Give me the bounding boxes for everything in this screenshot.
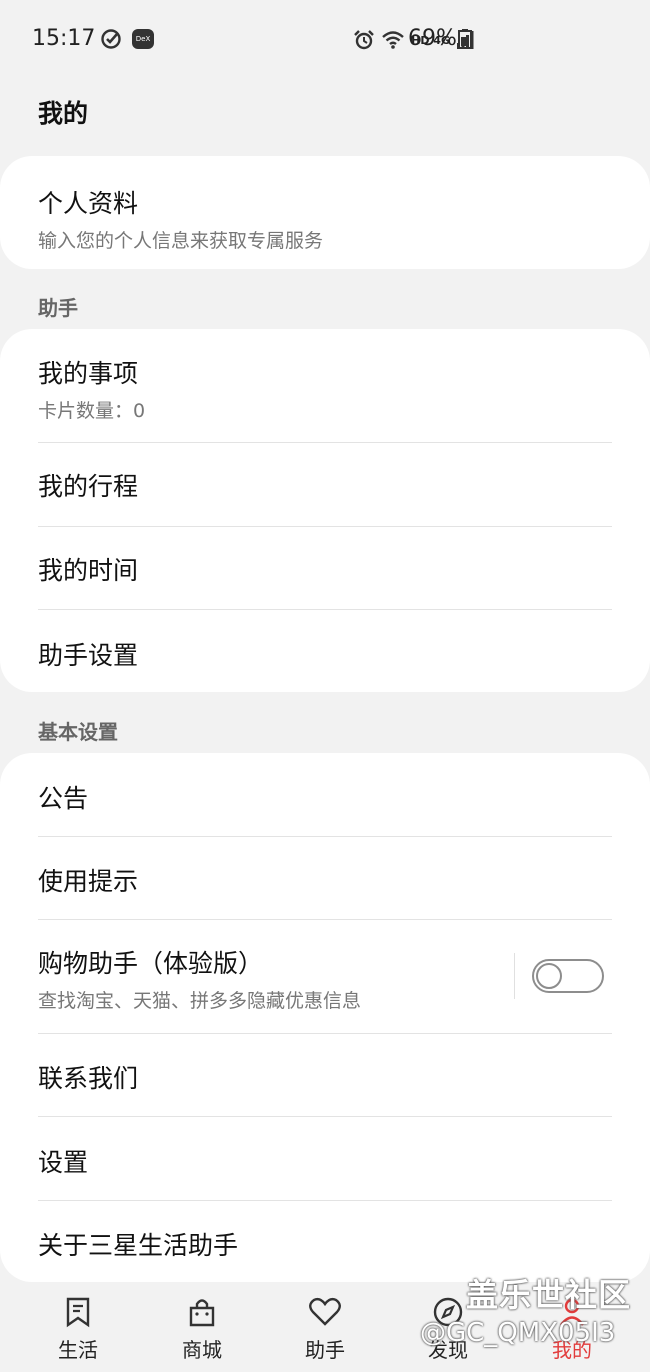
menu-item-my-time[interactable]: 我的时间 bbox=[38, 527, 612, 610]
profile-row[interactable]: 个人资料 输入您的个人信息来获取专属服务 bbox=[38, 184, 612, 253]
menu-item-subtitle: 卡片数量：0 bbox=[38, 400, 146, 422]
nav-tab-life[interactable]: 生活 bbox=[28, 1296, 128, 1363]
basic-settings-card: 公告 使用提示 购物助手（体验版） 查找淘宝、天猫、拼多多隐藏优惠信息 联系我们… bbox=[0, 753, 650, 1282]
toggle-separator bbox=[514, 953, 515, 999]
dex-icon: DeX bbox=[132, 29, 154, 49]
menu-item-assistant-settings[interactable]: 助手设置 bbox=[38, 610, 612, 692]
alarm-icon bbox=[354, 30, 374, 50]
menu-item-subtitle: 查找淘宝、天猫、拼多多隐藏优惠信息 bbox=[38, 990, 362, 1012]
battery-icon bbox=[458, 29, 472, 49]
menu-item-title: 设置 bbox=[38, 1148, 89, 1177]
check-circle-icon bbox=[101, 29, 121, 49]
battery-level: 69% bbox=[408, 26, 457, 51]
profile-card[interactable]: 个人资料 输入您的个人信息来获取专属服务 bbox=[0, 156, 650, 269]
section-label-assistant: 助手 bbox=[38, 296, 78, 320]
status-time: 15:17 bbox=[32, 26, 96, 51]
watermark-text: 盖乐世社区 bbox=[466, 1276, 632, 1314]
shopping-bag-icon bbox=[189, 1299, 215, 1327]
wifi-icon bbox=[382, 31, 404, 49]
nav-tab-assistant[interactable]: 助手 bbox=[275, 1296, 375, 1363]
profile-subtitle: 输入您的个人信息来获取专属服务 bbox=[38, 230, 324, 252]
toggle-knob bbox=[536, 963, 562, 989]
menu-item-announcements[interactable]: 公告 bbox=[38, 753, 612, 837]
watermark-id: @GC_QMX05I3 bbox=[420, 1318, 616, 1348]
menu-item-my-schedule[interactable]: 我的行程 bbox=[38, 443, 612, 527]
page-title: 我的 bbox=[38, 99, 89, 128]
menu-item-title: 购物助手（体验版） bbox=[38, 949, 264, 978]
status-bar: 15:17 DeX HD 4G 69% bbox=[0, 0, 650, 80]
menu-item-shopping-assistant[interactable]: 购物助手（体验版） 查找淘宝、天猫、拼多多隐藏优惠信息 bbox=[38, 920, 612, 1034]
menu-item-settings[interactable]: 设置 bbox=[38, 1117, 612, 1201]
assistant-card: 我的事项 卡片数量：0 我的行程 我的时间 助手设置 bbox=[0, 329, 650, 692]
menu-item-contact-us[interactable]: 联系我们 bbox=[38, 1034, 612, 1117]
menu-item-title: 我的行程 bbox=[38, 472, 139, 501]
bookmark-icon bbox=[66, 1297, 90, 1328]
nav-label: 生活 bbox=[58, 1338, 98, 1362]
shopping-assistant-toggle[interactable] bbox=[532, 959, 604, 993]
menu-item-title: 公告 bbox=[38, 784, 89, 813]
menu-item-title: 联系我们 bbox=[38, 1064, 139, 1093]
nav-label: 商城 bbox=[182, 1338, 222, 1362]
menu-item-my-tasks[interactable]: 我的事项 卡片数量：0 bbox=[38, 354, 612, 443]
section-label-basic-settings: 基本设置 bbox=[38, 720, 118, 744]
menu-item-title: 关于三星生活助手 bbox=[38, 1231, 239, 1260]
profile-title: 个人资料 bbox=[38, 189, 139, 218]
menu-item-title: 使用提示 bbox=[38, 867, 139, 896]
menu-item-title: 我的事项 bbox=[38, 359, 139, 388]
nav-label: 助手 bbox=[305, 1338, 345, 1362]
nav-tab-mall[interactable]: 商城 bbox=[152, 1296, 252, 1363]
menu-item-usage-tips[interactable]: 使用提示 bbox=[38, 837, 612, 920]
menu-item-title: 助手设置 bbox=[38, 641, 139, 670]
menu-item-title: 我的时间 bbox=[38, 556, 139, 585]
heart-icon bbox=[309, 1297, 341, 1326]
